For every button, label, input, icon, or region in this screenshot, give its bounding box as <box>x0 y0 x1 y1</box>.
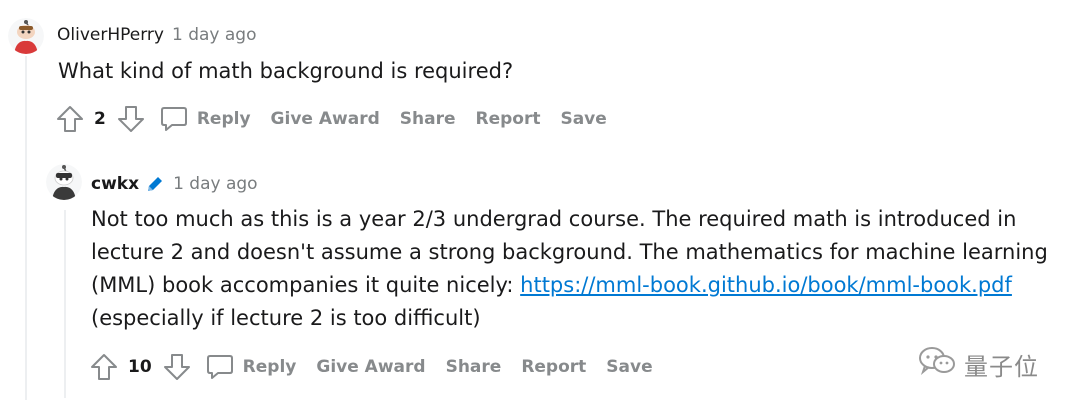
save-button[interactable]: Save <box>606 357 652 377</box>
comment-meta: cwkx 1 day ago <box>91 174 258 194</box>
share-button[interactable]: Share <box>400 109 456 129</box>
report-button[interactable]: Report <box>521 357 586 377</box>
give-award-button[interactable]: Give Award <box>316 357 425 377</box>
vote-score: 2 <box>94 109 106 129</box>
comment-actions: 2 Reply Give Award Share Report Save <box>54 99 627 139</box>
comment-text: (especially if lecture 2 is too difficul… <box>91 306 481 330</box>
timestamp[interactable]: 1 day ago <box>173 174 258 194</box>
reply-button[interactable]: Reply <box>205 352 297 382</box>
speech-bubble-icon <box>159 104 189 134</box>
reply-label: Reply <box>242 357 297 377</box>
reply-button[interactable]: Reply <box>159 104 251 134</box>
comment-text: Not too much as this is a year 2/3 under… <box>91 203 1051 302</box>
comment-actions: 10 Reply Give Award Share Report Save <box>88 347 673 387</box>
reply-label: Reply <box>196 109 251 129</box>
vote-score: 10 <box>128 357 152 377</box>
report-button[interactable]: Report <box>475 109 540 129</box>
speech-bubble-icon <box>205 352 235 382</box>
arrow-up-icon[interactable] <box>54 103 86 135</box>
thread-line[interactable] <box>25 56 27 400</box>
thread-line[interactable] <box>64 210 66 398</box>
username[interactable]: cwkx <box>91 174 139 194</box>
arrow-down-icon[interactable] <box>115 103 147 135</box>
comment-text: What kind of math background is required… <box>58 59 514 83</box>
watermark: 量子位 <box>918 346 1039 382</box>
save-button[interactable]: Save <box>560 109 606 129</box>
watermark-text: 量子位 <box>964 352 1039 381</box>
arrow-up-icon[interactable] <box>88 351 120 383</box>
timestamp[interactable]: 1 day ago <box>172 25 257 45</box>
share-button[interactable]: Share <box>446 357 502 377</box>
arrow-down-icon[interactable] <box>161 351 193 383</box>
comment-meta: OliverHPerry 1 day ago <box>57 25 256 45</box>
avatar[interactable] <box>46 164 82 200</box>
pdf-link[interactable]: https://mml-book.github.io/book/mml-book… <box>520 273 1012 297</box>
comment-body: Not too much as this is a year 2/3 under… <box>91 203 1051 335</box>
avatar[interactable] <box>8 18 44 54</box>
username[interactable]: OliverHPerry <box>57 25 164 45</box>
pencil-icon <box>145 174 165 194</box>
comment-body: What kind of math background is required… <box>58 55 513 88</box>
give-award-button[interactable]: Give Award <box>271 109 380 129</box>
wechat-icon <box>918 346 956 382</box>
